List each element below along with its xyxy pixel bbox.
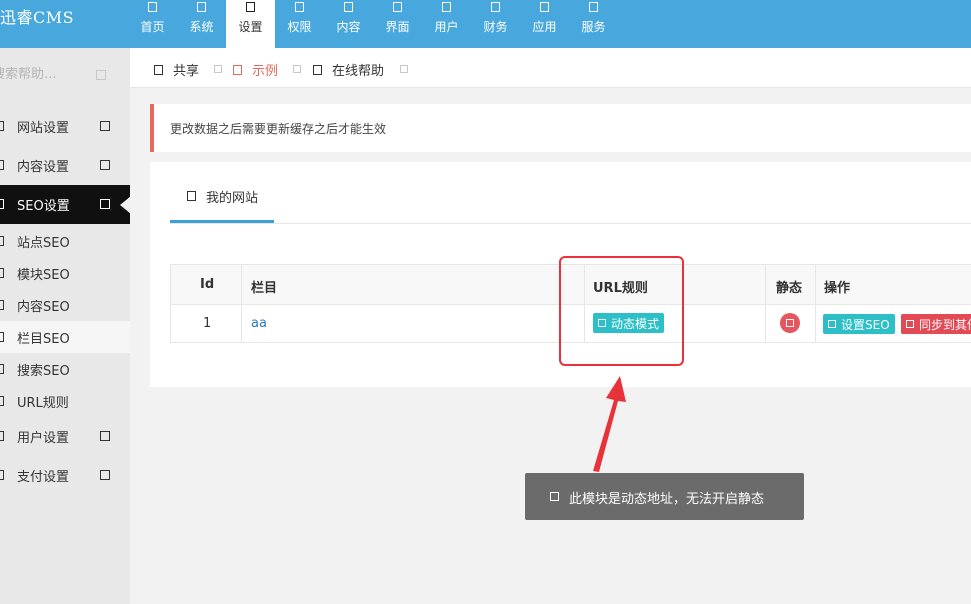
cache-notice: 更改数据之后需要更新缓存之后才能生效 bbox=[150, 104, 971, 152]
permissions-icon bbox=[295, 2, 304, 12]
sidebar-item-payment-settings[interactable]: 支付设置 bbox=[0, 456, 130, 495]
users-icon bbox=[442, 2, 451, 12]
url-rules-icon bbox=[0, 396, 4, 406]
nav-item-content[interactable]: 内容 bbox=[324, 0, 373, 48]
nav-item-services[interactable]: 服务 bbox=[569, 0, 618, 48]
column-divider bbox=[241, 265, 242, 343]
payment-settings-icon bbox=[0, 470, 4, 480]
help-search-input[interactable] bbox=[0, 62, 92, 86]
site-seo-icon bbox=[0, 236, 4, 246]
search-seo-icon bbox=[0, 364, 4, 374]
sidebar-subitem-site-seo[interactable]: 站点SEO bbox=[0, 225, 130, 257]
separator-icon bbox=[293, 65, 301, 73]
separator-icon bbox=[400, 65, 408, 73]
sidebar-subitem-search-seo[interactable]: 搜索SEO bbox=[0, 353, 130, 385]
header-static: 静态 bbox=[776, 281, 803, 296]
settings-icon bbox=[246, 2, 255, 12]
nav-item-system[interactable]: 系统 bbox=[177, 0, 226, 48]
tab-divider bbox=[170, 223, 971, 224]
nav-item-interface[interactable]: 界面 bbox=[373, 0, 422, 48]
tab-online-help[interactable]: 在线帮助 bbox=[313, 60, 384, 79]
header-actions: 操作 bbox=[824, 281, 851, 296]
content-settings-icon bbox=[0, 160, 4, 170]
arrow-shape bbox=[593, 376, 626, 472]
home-icon bbox=[148, 2, 157, 12]
expand-icon bbox=[100, 470, 110, 480]
help-icon bbox=[313, 64, 322, 75]
user-settings-icon bbox=[0, 431, 4, 441]
info-icon bbox=[550, 492, 559, 501]
system-icon bbox=[197, 2, 206, 12]
tooltip: 此模块是动态地址，无法开启静态 bbox=[525, 473, 804, 520]
sidebar-subitem-url-rules[interactable]: URL规则 bbox=[0, 385, 130, 417]
tab-example[interactable]: 示例 bbox=[233, 60, 278, 79]
nav-item-users[interactable]: 用户 bbox=[422, 0, 471, 48]
edit-icon bbox=[828, 320, 836, 328]
sidebar-item-user-settings[interactable]: 用户设置 bbox=[0, 417, 130, 456]
page-tabs: 共享 示例 在线帮助 bbox=[130, 48, 971, 88]
column-link[interactable]: aa bbox=[251, 316, 267, 331]
sidebar-subitem-column-seo[interactable]: 栏目SEO bbox=[0, 321, 130, 353]
expand-icon bbox=[100, 121, 110, 131]
share-icon bbox=[154, 64, 163, 75]
sidebar-search bbox=[0, 62, 130, 86]
column-divider bbox=[765, 265, 766, 343]
cell-id: 1 bbox=[203, 316, 212, 331]
header-column: 栏目 bbox=[251, 281, 278, 296]
sidebar-item-seo-settings[interactable]: SEO设置 bbox=[0, 185, 131, 224]
app-logo[interactable]: 迅睿CMS bbox=[0, 4, 74, 28]
header-id: Id bbox=[200, 277, 215, 292]
nav-item-permissions[interactable]: 权限 bbox=[275, 0, 324, 48]
apps-icon bbox=[540, 2, 549, 12]
tab-share[interactable]: 共享 bbox=[154, 60, 199, 79]
column-seo-icon bbox=[0, 332, 4, 342]
sync-button[interactable]: 同步到其他 bbox=[901, 314, 971, 334]
nav-item-finance[interactable]: 财务 bbox=[471, 0, 520, 48]
sidebar-subitem-content-seo[interactable]: 内容SEO bbox=[0, 289, 130, 321]
top-navbar: 迅睿CMS 首页 系统 设置 权限 内容 界面 用户 财务 应用 服务 bbox=[0, 0, 971, 48]
main-nav: 首页 系统 设置 权限 内容 界面 用户 财务 应用 服务 bbox=[128, 0, 618, 48]
separator-icon bbox=[214, 65, 222, 73]
expand-icon bbox=[100, 431, 110, 441]
url-rule-highlight bbox=[559, 256, 684, 366]
content-seo-icon bbox=[0, 300, 4, 310]
seo-settings-icon bbox=[0, 199, 4, 209]
sidebar-item-site-settings[interactable]: 网站设置 bbox=[0, 107, 130, 146]
example-icon bbox=[233, 64, 242, 75]
collapse-icon bbox=[100, 199, 110, 209]
sidebar-subitem-module-seo[interactable]: 模块SEO bbox=[0, 257, 130, 289]
sidebar: 网站设置 内容设置 SEO设置 站点SEO 模块SEO 内容SEO 栏目SEO … bbox=[0, 48, 131, 604]
content-icon bbox=[344, 2, 353, 12]
column-divider bbox=[815, 265, 816, 343]
static-toggle[interactable] bbox=[780, 313, 800, 333]
tab-my-site[interactable]: 我的网站 bbox=[170, 162, 274, 223]
close-icon bbox=[786, 319, 794, 327]
nav-item-apps[interactable]: 应用 bbox=[520, 0, 569, 48]
nav-item-home[interactable]: 首页 bbox=[128, 0, 177, 48]
module-seo-icon bbox=[0, 268, 4, 278]
site-icon bbox=[187, 191, 196, 201]
notice-text: 更改数据之后需要更新缓存之后才能生效 bbox=[170, 122, 387, 136]
sync-icon bbox=[906, 320, 914, 328]
finance-icon bbox=[491, 2, 500, 12]
set-seo-button[interactable]: 设置SEO bbox=[823, 314, 895, 334]
expand-icon bbox=[100, 160, 110, 170]
interface-icon bbox=[393, 2, 402, 12]
nav-item-settings[interactable]: 设置 bbox=[226, 0, 275, 48]
search-icon[interactable] bbox=[96, 70, 106, 80]
services-icon bbox=[589, 2, 598, 12]
sidebar-item-content-settings[interactable]: 内容设置 bbox=[0, 146, 130, 185]
tooltip-text: 此模块是动态地址，无法开启静态 bbox=[569, 492, 765, 507]
site-settings-icon bbox=[0, 121, 4, 131]
